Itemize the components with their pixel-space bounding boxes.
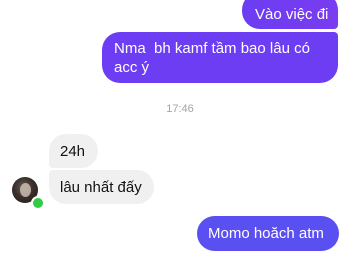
online-status-indicator	[31, 196, 45, 210]
avatar-face	[20, 183, 31, 197]
incoming-message[interactable]: lâu nhất đấy	[49, 170, 154, 204]
outgoing-message[interactable]: Nma bh kamf tầm bao lâu có acc ý	[102, 32, 338, 83]
outgoing-message[interactable]: Vào việc đi	[242, 0, 338, 29]
incoming-message[interactable]: 24h	[49, 134, 98, 168]
chat-thread: Vào việc đi Nma bh kamf tầm bao lâu có a…	[0, 0, 360, 257]
message-timestamp: 17:46	[166, 103, 194, 115]
outgoing-message[interactable]: Momo hoăch atm	[197, 216, 339, 251]
